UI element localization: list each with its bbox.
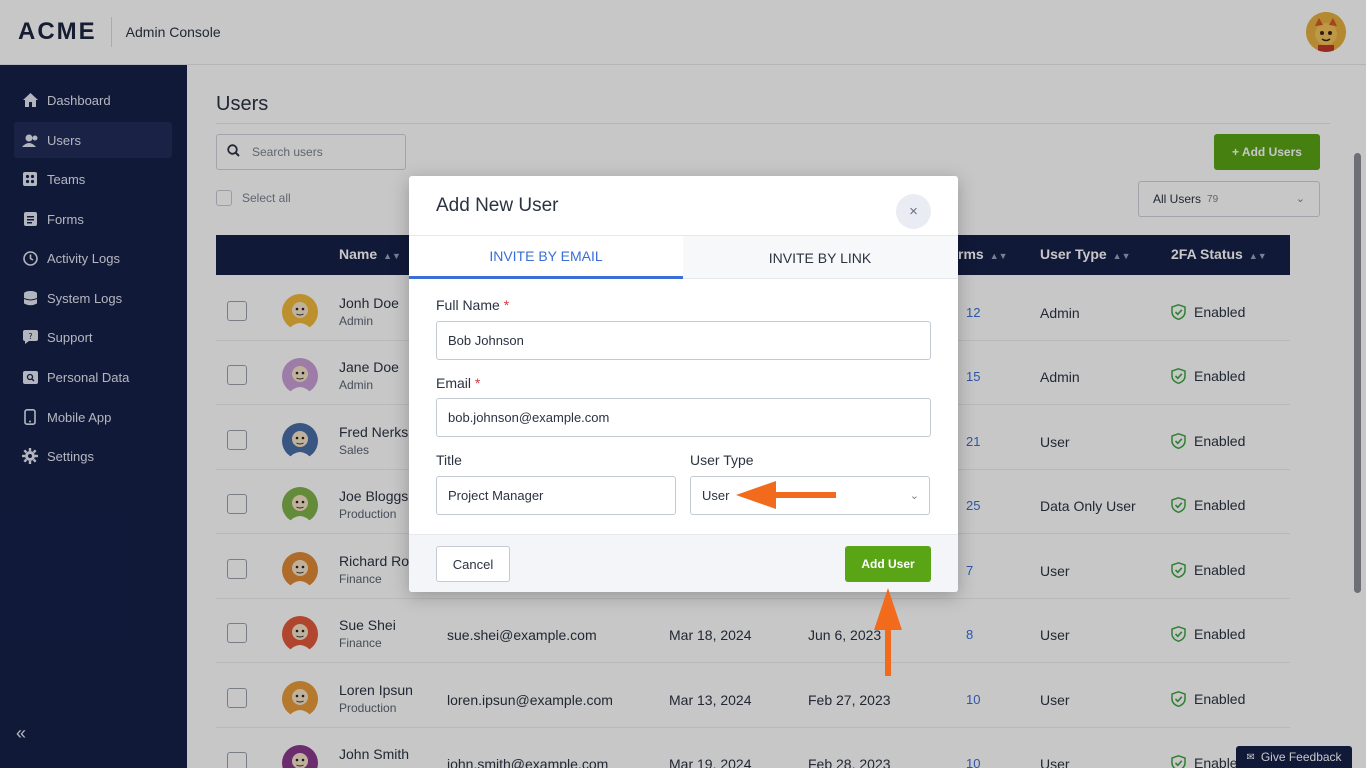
email-label: Email * (436, 375, 481, 391)
full-name-field[interactable]: Bob Johnson (436, 321, 931, 360)
required-mark: * (474, 375, 481, 391)
invite-tabs: INVITE BY EMAIL INVITE BY LINK (409, 235, 958, 279)
add-user-button[interactable]: Add User (845, 546, 931, 582)
tab-invite-by-link[interactable]: INVITE BY LINK (683, 236, 957, 279)
close-icon[interactable]: × (896, 194, 931, 229)
email-field[interactable]: bob.johnson@example.com (436, 398, 931, 437)
chevron-down-icon: ⌄ (909, 490, 919, 502)
full-name-label: Full Name * (436, 297, 510, 313)
add-user-modal: Add New User × INVITE BY EMAIL INVITE BY… (409, 176, 958, 592)
modal-title: Add New User (436, 195, 559, 216)
title-label: Title (436, 452, 462, 468)
user-type-select[interactable]: User ⌄ (690, 476, 930, 515)
cancel-button[interactable]: Cancel (436, 546, 510, 582)
required-mark: * (503, 297, 510, 313)
user-type-label: User Type (690, 452, 754, 468)
modal-footer: Cancel Add User (409, 534, 958, 592)
tab-invite-by-email[interactable]: INVITE BY EMAIL (409, 236, 683, 279)
title-field[interactable]: Project Manager (436, 476, 676, 515)
